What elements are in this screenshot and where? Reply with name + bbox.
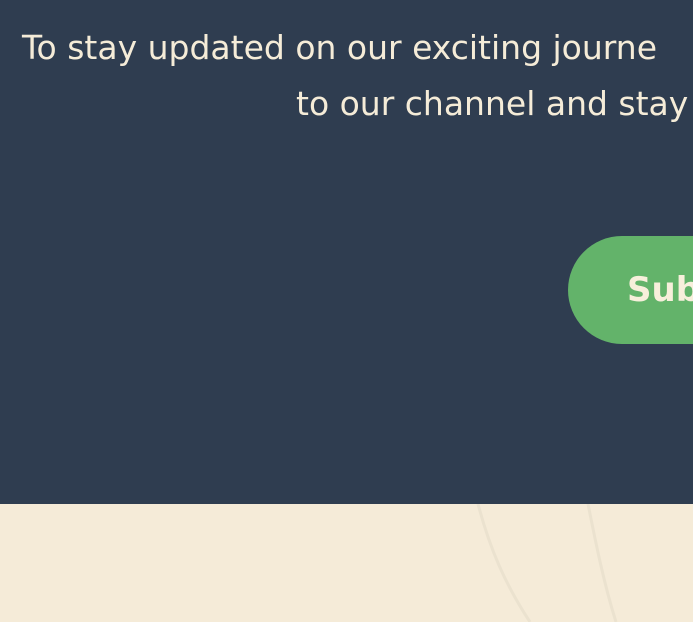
- cta-message: To stay updated on our exciting journe t…: [22, 20, 693, 132]
- cta-message-line-1: To stay updated on our exciting journe: [22, 28, 657, 67]
- page: To stay updated on our exciting journe t…: [0, 0, 693, 622]
- decorative-line-1: [476, 504, 532, 622]
- subscribe-cta-section: To stay updated on our exciting journe t…: [0, 0, 693, 504]
- subscribe-button[interactable]: Subscribe: [568, 236, 693, 344]
- footer-section: [0, 504, 693, 622]
- decorative-lines: [476, 504, 618, 622]
- decorative-line-2: [586, 504, 618, 622]
- cta-message-line-2: to our channel and stay: [296, 84, 689, 123]
